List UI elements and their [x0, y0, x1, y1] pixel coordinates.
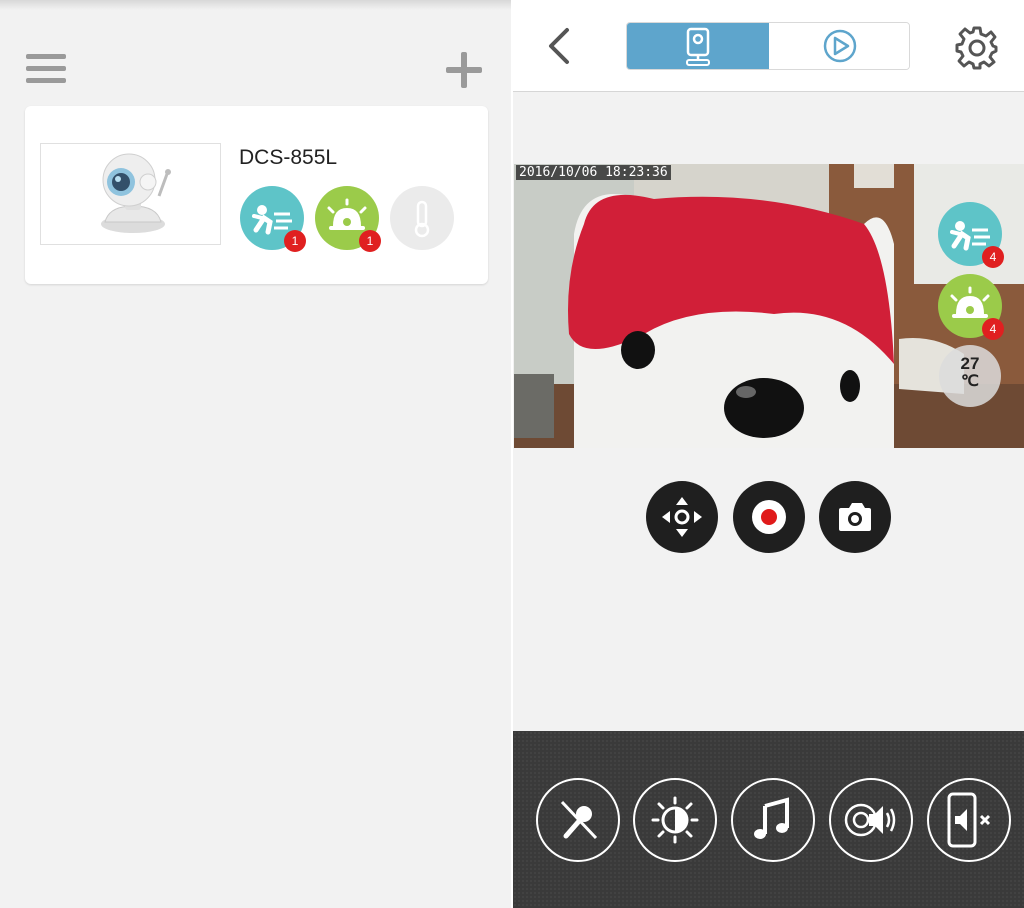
- settings-button[interactable]: [955, 26, 999, 70]
- tab-live[interactable]: [627, 23, 769, 69]
- temperature-button[interactable]: [390, 186, 454, 250]
- motion-detect-button[interactable]: 1: [240, 186, 306, 252]
- camera-live-icon: [686, 27, 710, 66]
- snapshot-button[interactable]: [819, 481, 891, 553]
- temperature-value: 27: [960, 354, 980, 373]
- microphone-muted-icon: [560, 800, 598, 840]
- temperature-readout[interactable]: 27 ℃: [939, 345, 1001, 407]
- speaker-broadcast-icon: [844, 803, 896, 837]
- sound-count-badge: 4: [982, 318, 1004, 340]
- back-button[interactable]: [543, 26, 579, 66]
- gear-icon: [955, 26, 998, 70]
- live-video-feed[interactable]: 2016/10/06 18:23:36 4 4 27 ℃: [514, 164, 1024, 448]
- motion-alert-button[interactable]: 4: [938, 202, 1004, 268]
- video-timestamp: 2016/10/06 18:23:36: [516, 165, 671, 180]
- device-list-panel: DCS-855L 1 1: [0, 0, 511, 908]
- brightness-button[interactable]: [633, 778, 717, 862]
- motion-count-badge: 1: [284, 230, 306, 252]
- live-view-panel: 2016/10/06 18:23:36 4 4 27 ℃: [513, 0, 1024, 908]
- temperature-unit: ℃: [961, 373, 979, 390]
- pan-tilt-icon: [662, 497, 702, 537]
- device-name: DCS-855L: [239, 146, 338, 169]
- microphone-button[interactable]: [536, 778, 620, 862]
- speaker-button[interactable]: [829, 778, 913, 862]
- chevron-left-icon: [549, 28, 569, 64]
- sound-count-badge: 1: [359, 230, 381, 252]
- snapshot-camera-icon: [839, 503, 871, 531]
- phone-audio-mute-button[interactable]: [927, 778, 1011, 862]
- phone-mute-icon: [947, 792, 991, 848]
- brightness-icon: [651, 796, 699, 844]
- device-card[interactable]: DCS-855L 1 1: [25, 106, 488, 284]
- lullaby-music-button[interactable]: [731, 778, 815, 862]
- playback-icon: [823, 29, 857, 63]
- device-thumbnail: [40, 143, 221, 245]
- motion-count-badge: 4: [982, 246, 1004, 268]
- record-button[interactable]: [733, 481, 805, 553]
- tab-playback[interactable]: [769, 23, 909, 69]
- record-icon: [752, 500, 786, 534]
- baby-monitor-camera-icon: [101, 153, 171, 233]
- add-device-button[interactable]: [444, 50, 484, 90]
- pan-tilt-button[interactable]: [646, 481, 718, 553]
- hamburger-menu-icon[interactable]: [26, 54, 66, 84]
- sound-detect-button[interactable]: 1: [315, 186, 381, 252]
- thermometer-icon: [414, 200, 430, 238]
- top-shadow: [0, 0, 511, 10]
- view-mode-tabs: [626, 22, 910, 70]
- top-bar: [513, 0, 1024, 92]
- music-note-icon: [754, 797, 789, 839]
- sound-alert-button[interactable]: 4: [938, 274, 1004, 340]
- feature-bar: [513, 731, 1024, 908]
